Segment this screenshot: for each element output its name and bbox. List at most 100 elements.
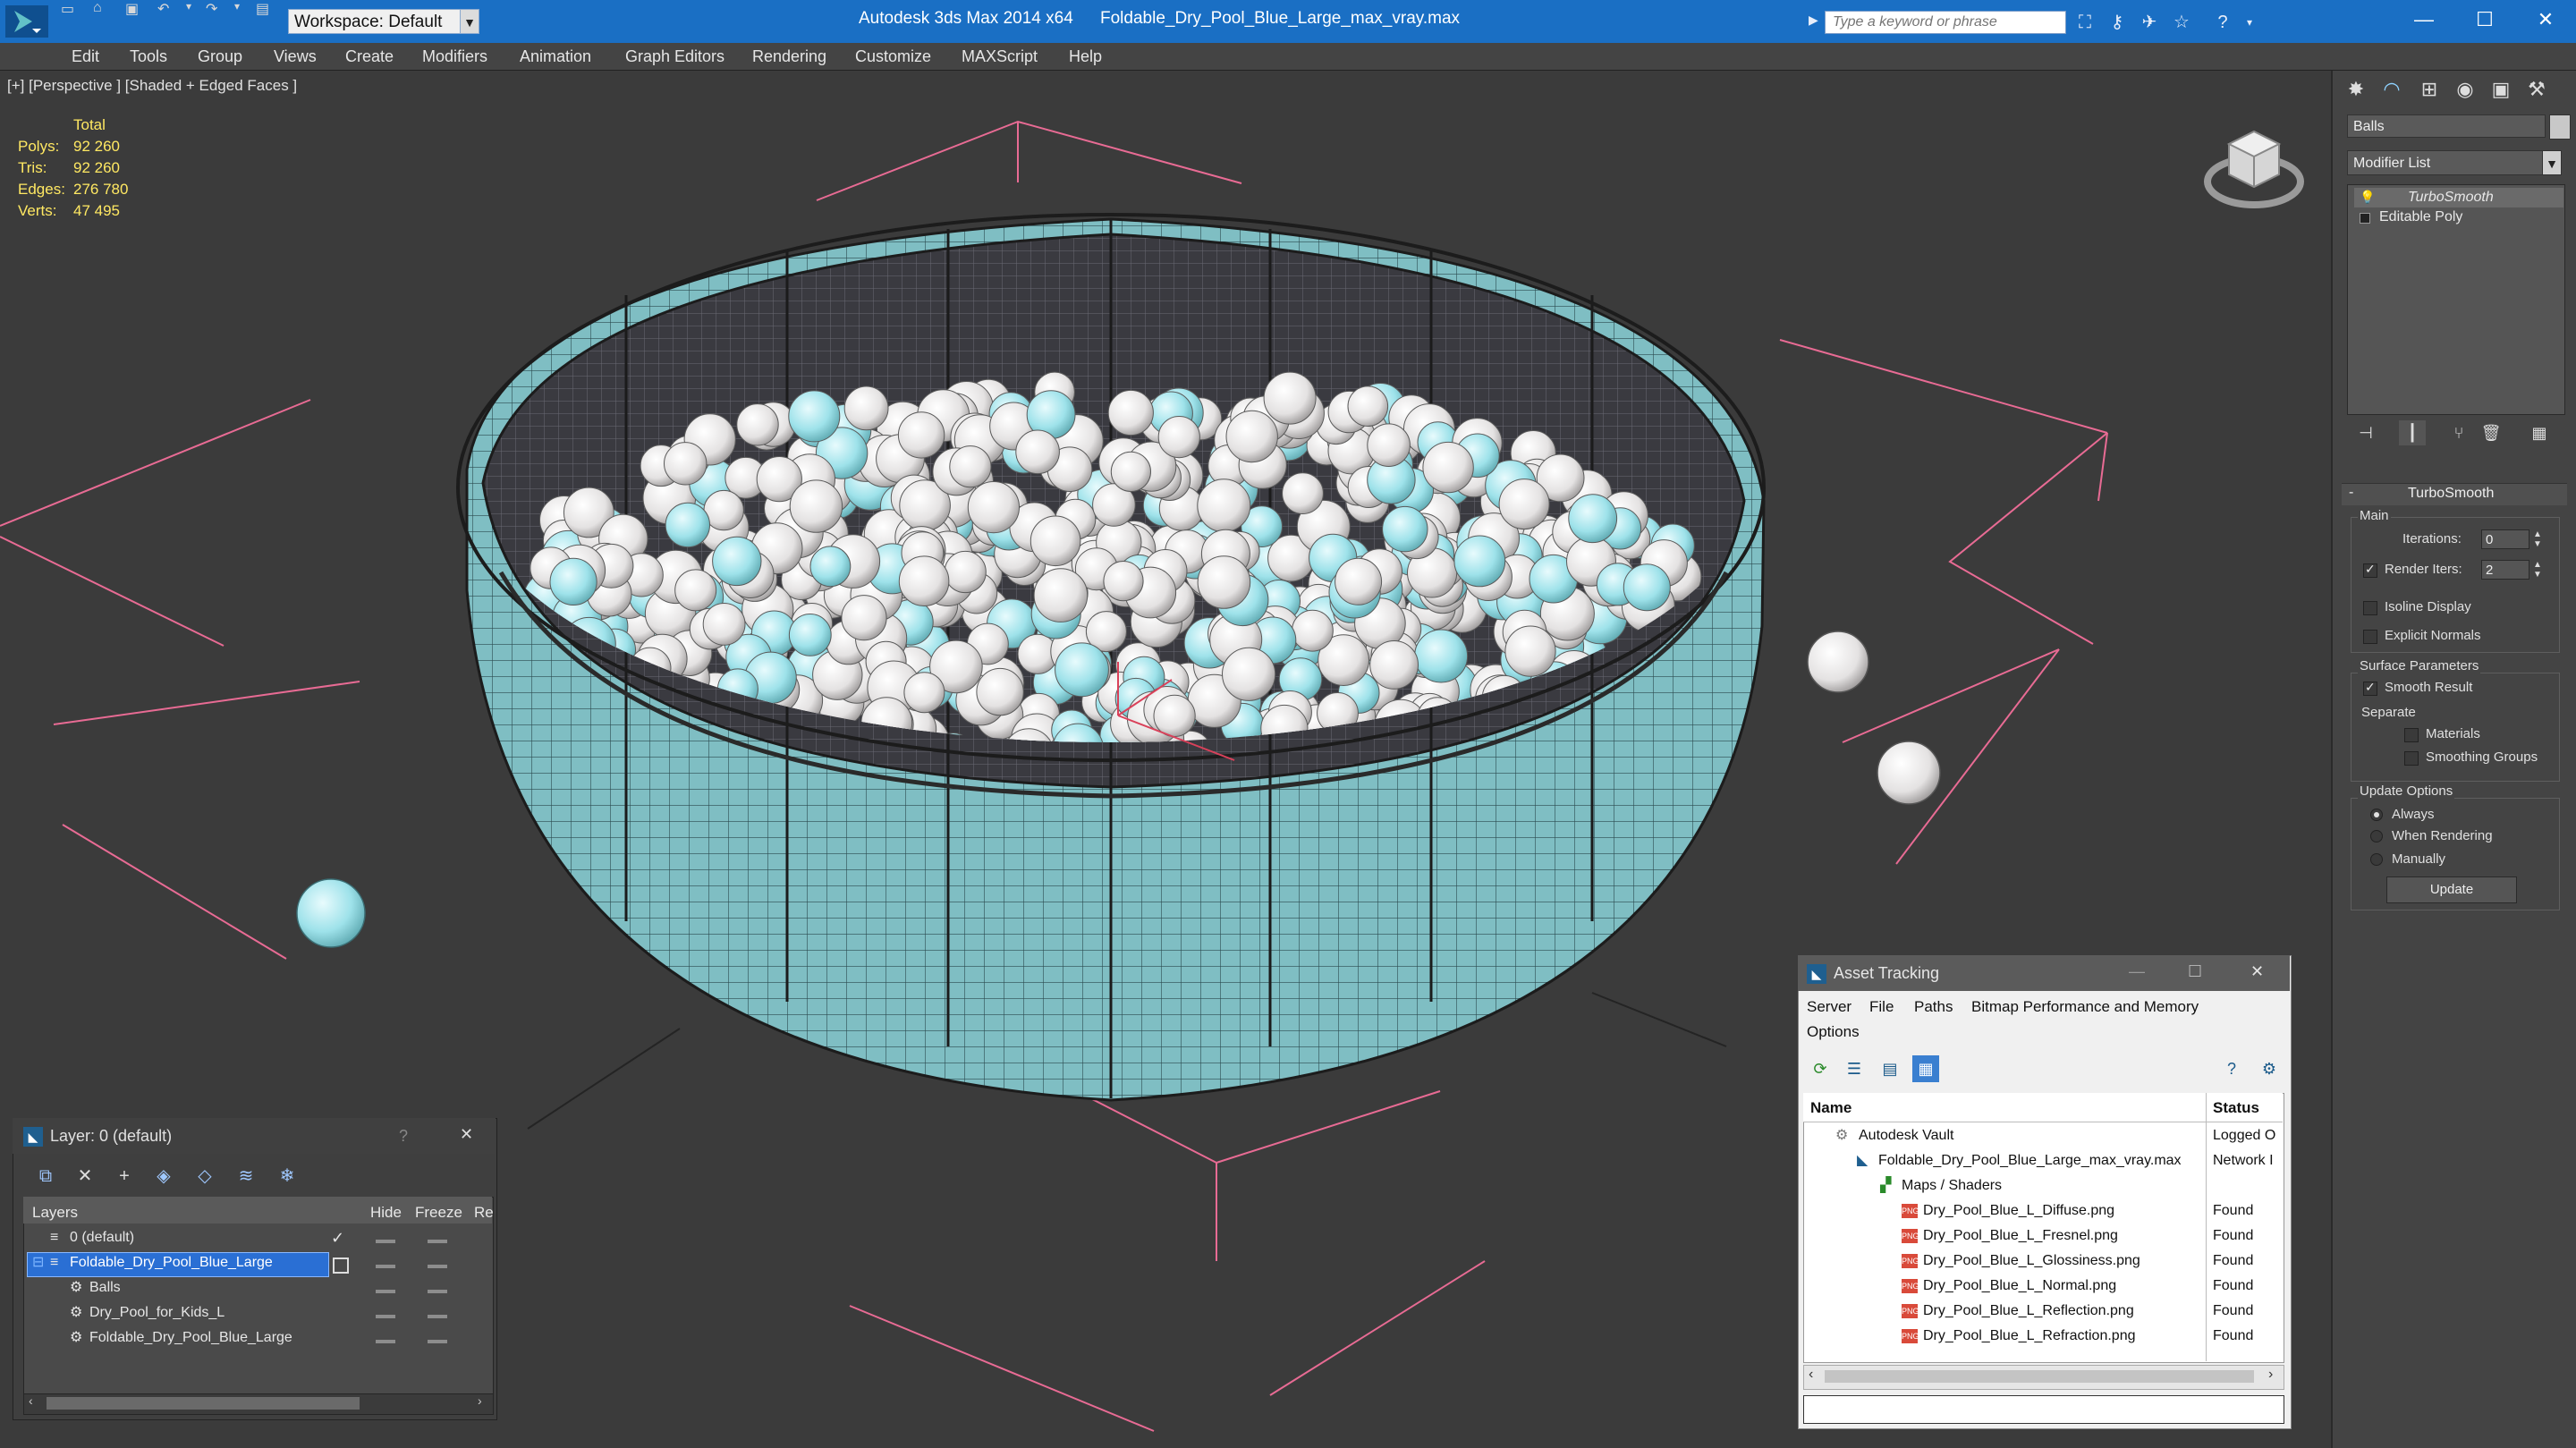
layer-scroll-thumb[interactable]	[47, 1397, 360, 1410]
key-icon[interactable]: ⚷	[2104, 11, 2131, 34]
freeze-toggle[interactable]	[428, 1290, 447, 1293]
expand-toggle-icon[interactable]	[2360, 213, 2370, 224]
iterations-spinner[interactable]: 0	[2481, 529, 2529, 549]
asset-menu-file[interactable]: File	[1869, 998, 1894, 1016]
stack-item-editable-poly[interactable]: Editable Poly	[2379, 207, 2462, 227]
asset-menu-server[interactable]: Server	[1807, 998, 1852, 1016]
layer-row-default[interactable]: 0 (default)	[70, 1225, 134, 1250]
asset-row-diffuse[interactable]: Dry_Pool_Blue_L_Diffuse.png	[1923, 1198, 2114, 1224]
asset-scroll-left-icon[interactable]: ‹	[1809, 1367, 1813, 1383]
help-dropdown-icon[interactable]: ▾	[2236, 11, 2263, 34]
always-radio[interactable]	[2370, 809, 2383, 821]
grid-view-icon[interactable]: ▦	[1912, 1055, 1939, 1082]
menu-modifiers[interactable]: Modifiers	[422, 43, 487, 70]
menu-rendering[interactable]: Rendering	[752, 43, 826, 70]
motion-tab-icon[interactable]: ◉	[2451, 75, 2479, 104]
hide-toggle[interactable]	[376, 1240, 395, 1243]
scroll-left-icon[interactable]: ‹	[29, 1393, 33, 1408]
show-end-result-icon[interactable]: ┃	[2399, 420, 2426, 445]
asset-row-refraction[interactable]: Dry_Pool_Blue_L_Refraction.png	[1923, 1324, 2135, 1349]
highlight-layer-icon[interactable]: ◇	[190, 1163, 220, 1190]
freeze-column-header[interactable]: Freeze	[415, 1204, 462, 1222]
layer-window-close-icon[interactable]: ✕	[460, 1125, 473, 1144]
render-iters-checkbox[interactable]	[2363, 562, 2377, 578]
undo-dropdown-icon[interactable]: ▾	[186, 0, 191, 13]
set-current-layer-icon[interactable]	[333, 1257, 349, 1274]
hide-toggle[interactable]	[376, 1315, 395, 1318]
minimize-button[interactable]: —	[2397, 4, 2451, 36]
asset-menu-options[interactable]: Options	[1807, 1023, 1860, 1041]
utilities-tab-icon[interactable]: ⚒	[2522, 75, 2551, 104]
select-objects-in-layer-icon[interactable]: ◈	[148, 1163, 179, 1190]
manually-radio[interactable]	[2370, 853, 2383, 866]
asset-close-button[interactable]: ✕	[2250, 962, 2264, 981]
asset-name-header[interactable]: Name	[1810, 1095, 1852, 1122]
infocenter-binoculars-icon[interactable]: ⛶	[2072, 11, 2098, 34]
hide-toggle[interactable]	[376, 1340, 395, 1343]
menu-edit[interactable]: Edit	[72, 43, 99, 70]
asset-scroll-right-icon[interactable]: ›	[2268, 1367, 2273, 1383]
expand-layer-icon[interactable]: ⊟	[32, 1250, 44, 1275]
menu-views[interactable]: Views	[274, 43, 317, 70]
layer-window-help-icon[interactable]: ?	[399, 1127, 408, 1146]
app-logo-icon[interactable]	[5, 5, 48, 38]
menu-help[interactable]: Help	[1069, 43, 1102, 70]
refresh-icon[interactable]: ⟳	[1807, 1055, 1834, 1082]
freeze-toggle[interactable]	[428, 1265, 447, 1268]
freeze-unfreeze-all-icon[interactable]: ❄	[272, 1163, 302, 1190]
redo-icon[interactable]: ↷	[206, 0, 217, 18]
asset-menu-bitmap[interactable]: Bitmap Performance and Memory	[1971, 998, 2199, 1016]
materials-checkbox[interactable]	[2404, 728, 2419, 742]
render-iters-spinner[interactable]: 2	[2481, 560, 2529, 580]
column-divider[interactable]	[2206, 1093, 2207, 1361]
table-view-icon[interactable]: ▤	[1877, 1055, 1903, 1082]
hierarchy-tab-icon[interactable]: ⊞	[2415, 75, 2444, 104]
pin-stack-icon[interactable]: ⊣	[2352, 420, 2379, 445]
when-rendering-radio[interactable]	[2370, 830, 2383, 843]
object-name-field[interactable]: Balls	[2347, 114, 2546, 138]
make-unique-icon[interactable]: ⑂	[2445, 420, 2472, 445]
menu-maxscript[interactable]: MAXScript	[962, 43, 1038, 70]
undo-icon[interactable]: ↶	[157, 0, 169, 18]
asset-row-maps[interactable]: Maps / Shaders	[1902, 1173, 2002, 1198]
rollout-collapse-icon[interactable]: -	[2349, 485, 2353, 501]
save-file-icon[interactable]: ▣	[125, 0, 139, 18]
menu-create[interactable]: Create	[345, 43, 394, 70]
list-view-icon[interactable]: ☰	[1841, 1055, 1868, 1082]
asset-row-fresnel[interactable]: Dry_Pool_Blue_L_Fresnel.png	[1923, 1224, 2118, 1249]
configure-modifier-sets-icon[interactable]: ▦	[2526, 420, 2553, 445]
new-file-icon[interactable]: ▭	[61, 0, 74, 18]
asset-row-normal[interactable]: Dry_Pool_Blue_L_Normal.png	[1923, 1274, 2116, 1299]
asset-row-max-file[interactable]: Foldable_Dry_Pool_Blue_Large_max_vray.ma…	[1878, 1148, 2182, 1173]
layer-object-dry-pool[interactable]: Dry_Pool_for_Kids_L	[89, 1300, 225, 1325]
redo-dropdown-icon[interactable]: ▾	[234, 0, 240, 13]
update-button[interactable]: Update	[2386, 876, 2517, 903]
hide-toggle[interactable]	[376, 1290, 395, 1293]
modifier-list-dropdown[interactable]: Modifier List	[2347, 150, 2547, 175]
render-column-header[interactable]: Re	[474, 1204, 494, 1222]
smoothing-groups-checkbox[interactable]	[2404, 751, 2419, 766]
isoline-display-checkbox[interactable]	[2363, 601, 2377, 615]
display-tab-icon[interactable]: ▣	[2487, 75, 2515, 104]
stack-item-turbosmooth[interactable]: TurboSmooth	[2408, 188, 2494, 207]
modify-tab-icon[interactable]: ◠	[2377, 75, 2406, 104]
project-folder-icon[interactable]: ▤	[256, 0, 269, 18]
asset-row-reflection[interactable]: Dry_Pool_Blue_L_Reflection.png	[1923, 1299, 2134, 1324]
menu-animation[interactable]: Animation	[520, 43, 591, 70]
freeze-toggle[interactable]	[428, 1340, 447, 1343]
layer-row-foldable[interactable]: Foldable_Dry_Pool_Blue_Large	[70, 1250, 273, 1275]
render-iters-spinner-arrows-icon[interactable]: ▲ ▼	[2533, 560, 2544, 580]
modifier-on-icon[interactable]: 💡	[2360, 190, 2375, 205]
iterations-spinner-arrows-icon[interactable]: ▲ ▼	[2533, 529, 2544, 549]
menu-graph-editors[interactable]: Graph Editors	[625, 43, 724, 70]
asset-status-header[interactable]: Status	[2213, 1095, 2259, 1122]
create-layer-icon[interactable]: ⧉	[30, 1163, 61, 1190]
communication-center-icon[interactable]: ✈	[2136, 11, 2163, 34]
viewcube-icon[interactable]	[2200, 117, 2308, 216]
asset-menu-paths[interactable]: Paths	[1914, 998, 1953, 1016]
search-input[interactable]	[1825, 11, 2066, 34]
maximize-button[interactable]: ☐	[2458, 4, 2512, 36]
freeze-toggle[interactable]	[428, 1240, 447, 1243]
menu-group[interactable]: Group	[198, 43, 242, 70]
open-file-icon[interactable]: ⌂	[93, 0, 102, 16]
